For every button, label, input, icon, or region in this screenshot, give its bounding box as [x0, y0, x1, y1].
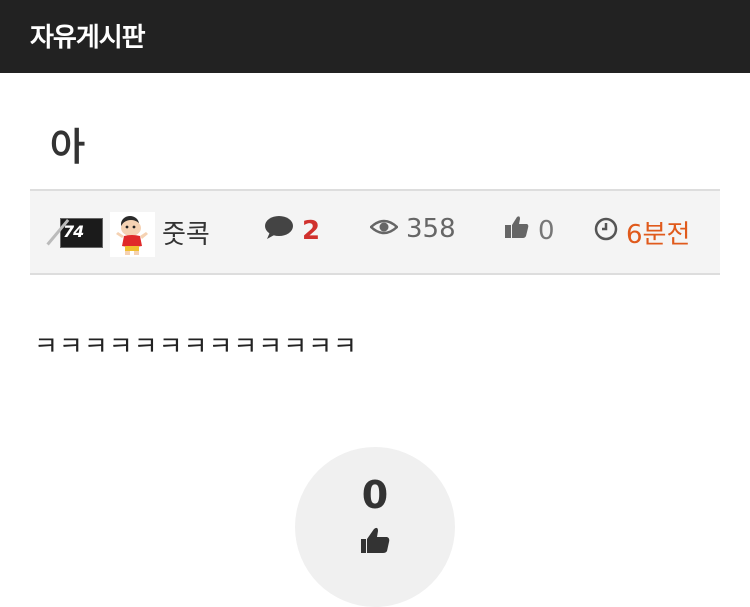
avatar-image [116, 216, 148, 255]
thumbs-up-icon [361, 525, 391, 559]
like-count-stat: 0 [504, 214, 555, 247]
comment-count: 2 [302, 215, 321, 246]
top-bar: 자유게시판 [0, 0, 750, 73]
board-title[interactable]: 자유게시판 [30, 17, 146, 54]
view-count: 358 [406, 214, 456, 244]
time-ago: 6분전 [626, 220, 691, 250]
thumbs-up-icon [504, 214, 530, 247]
comment-icon [264, 214, 294, 247]
avatar[interactable] [110, 212, 155, 257]
level-badge-icon: 74 [46, 218, 103, 248]
recommend-button[interactable]: 0 [295, 447, 455, 607]
recommend-count: 0 [361, 473, 389, 517]
level-badge-text: 74 [63, 222, 84, 241]
like-count: 0 [538, 215, 555, 246]
post-content: ㅋㅋㅋㅋㅋㅋㅋㅋㅋㅋㅋㅋㅋ [34, 332, 358, 362]
clock-icon [594, 217, 618, 248]
comment-count-stat[interactable]: 2 [264, 214, 320, 247]
post-title: 아 [50, 125, 85, 169]
post-meta-bar: 74 줏콕 2 358 0 6분전 [30, 189, 720, 275]
eye-icon [369, 214, 399, 244]
view-count-stat: 358 [369, 214, 456, 244]
posted-time-stat: 6분전 [594, 214, 690, 251]
author-nickname[interactable]: 줏콕 [162, 214, 210, 251]
